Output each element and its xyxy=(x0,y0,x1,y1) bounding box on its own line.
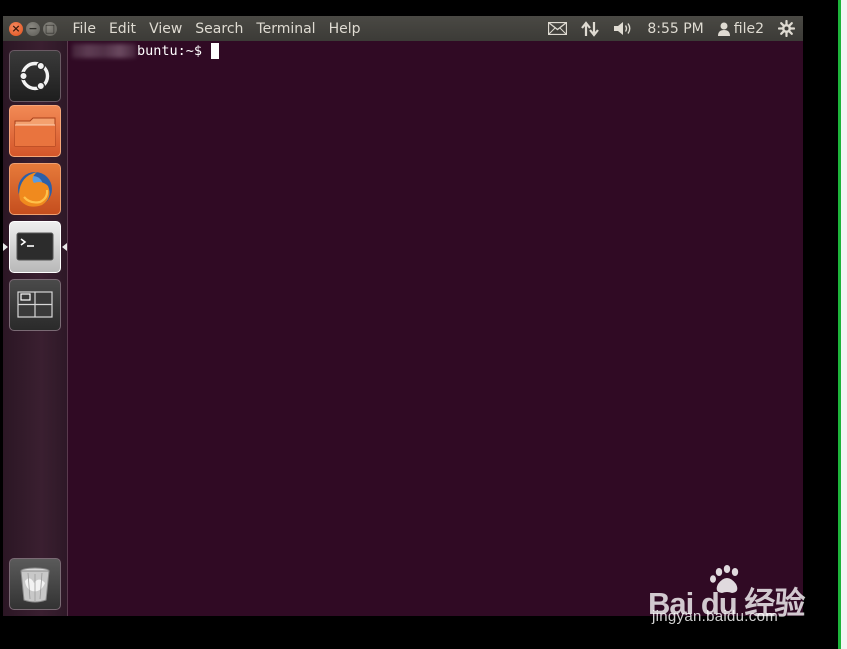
workspace-switcher-icon xyxy=(17,291,53,318)
shell-prompt: buntu:~$ xyxy=(72,43,220,59)
minimize-button[interactable]: − xyxy=(26,21,40,36)
top-panel: × − □ File Edit View Search Terminal Hel… xyxy=(3,16,803,41)
launcher-firefox[interactable] xyxy=(9,163,61,215)
launcher-focused-indicator xyxy=(62,243,67,251)
network-indicator[interactable] xyxy=(581,20,600,37)
menu-file[interactable]: File xyxy=(66,21,102,37)
text-cursor xyxy=(211,43,220,59)
menu-edit[interactable]: Edit xyxy=(102,21,142,37)
terminal-area[interactable]: buntu:~$ xyxy=(68,41,803,616)
close-button[interactable]: × xyxy=(9,21,23,36)
menu-help[interactable]: Help xyxy=(322,21,367,37)
launcher-files[interactable] xyxy=(9,105,61,157)
folder-icon xyxy=(14,117,56,147)
window-edge-light xyxy=(841,0,847,649)
indicator-area: 8:55 PM file2 xyxy=(548,20,803,37)
user-menu[interactable]: file2 xyxy=(717,20,764,37)
baidu-watermark: Bai du 经验 jingyan.baidu.com xyxy=(648,558,808,633)
envelope-icon xyxy=(548,22,568,35)
clock[interactable]: 8:55 PM xyxy=(647,21,703,37)
gear-icon xyxy=(778,20,795,37)
menu-bar: File Edit View Search Terminal Help xyxy=(66,21,367,37)
sound-indicator[interactable] xyxy=(613,21,633,36)
firefox-icon xyxy=(18,172,52,207)
launcher-trash[interactable] xyxy=(9,558,61,610)
terminal-icon xyxy=(16,232,54,261)
prompt-text: buntu:~$ xyxy=(137,43,203,59)
speaker-icon xyxy=(614,22,631,35)
launcher xyxy=(3,41,68,616)
network-arrows-icon xyxy=(581,20,600,37)
menu-search[interactable]: Search xyxy=(189,21,250,37)
launcher-running-indicator xyxy=(3,243,8,251)
maximize-button[interactable]: □ xyxy=(43,21,57,36)
trash-icon xyxy=(20,567,50,603)
launcher-workspace-switcher[interactable] xyxy=(9,279,61,331)
menu-view[interactable]: View xyxy=(143,21,189,37)
user-icon xyxy=(717,22,730,36)
launcher-terminal[interactable] xyxy=(9,221,61,273)
session-menu[interactable] xyxy=(778,20,795,37)
messaging-indicator[interactable] xyxy=(548,22,568,35)
redacted-username xyxy=(72,44,136,58)
watermark-url: jingyan.baidu.com xyxy=(652,608,779,625)
ubuntu-logo-icon xyxy=(19,61,50,91)
launcher-dash-home[interactable] xyxy=(9,50,61,102)
user-name: file2 xyxy=(733,20,764,37)
window-controls: × − □ xyxy=(9,21,57,36)
desktop-screen: × − □ File Edit View Search Terminal Hel… xyxy=(3,16,803,616)
menu-terminal[interactable]: Terminal xyxy=(250,21,322,37)
